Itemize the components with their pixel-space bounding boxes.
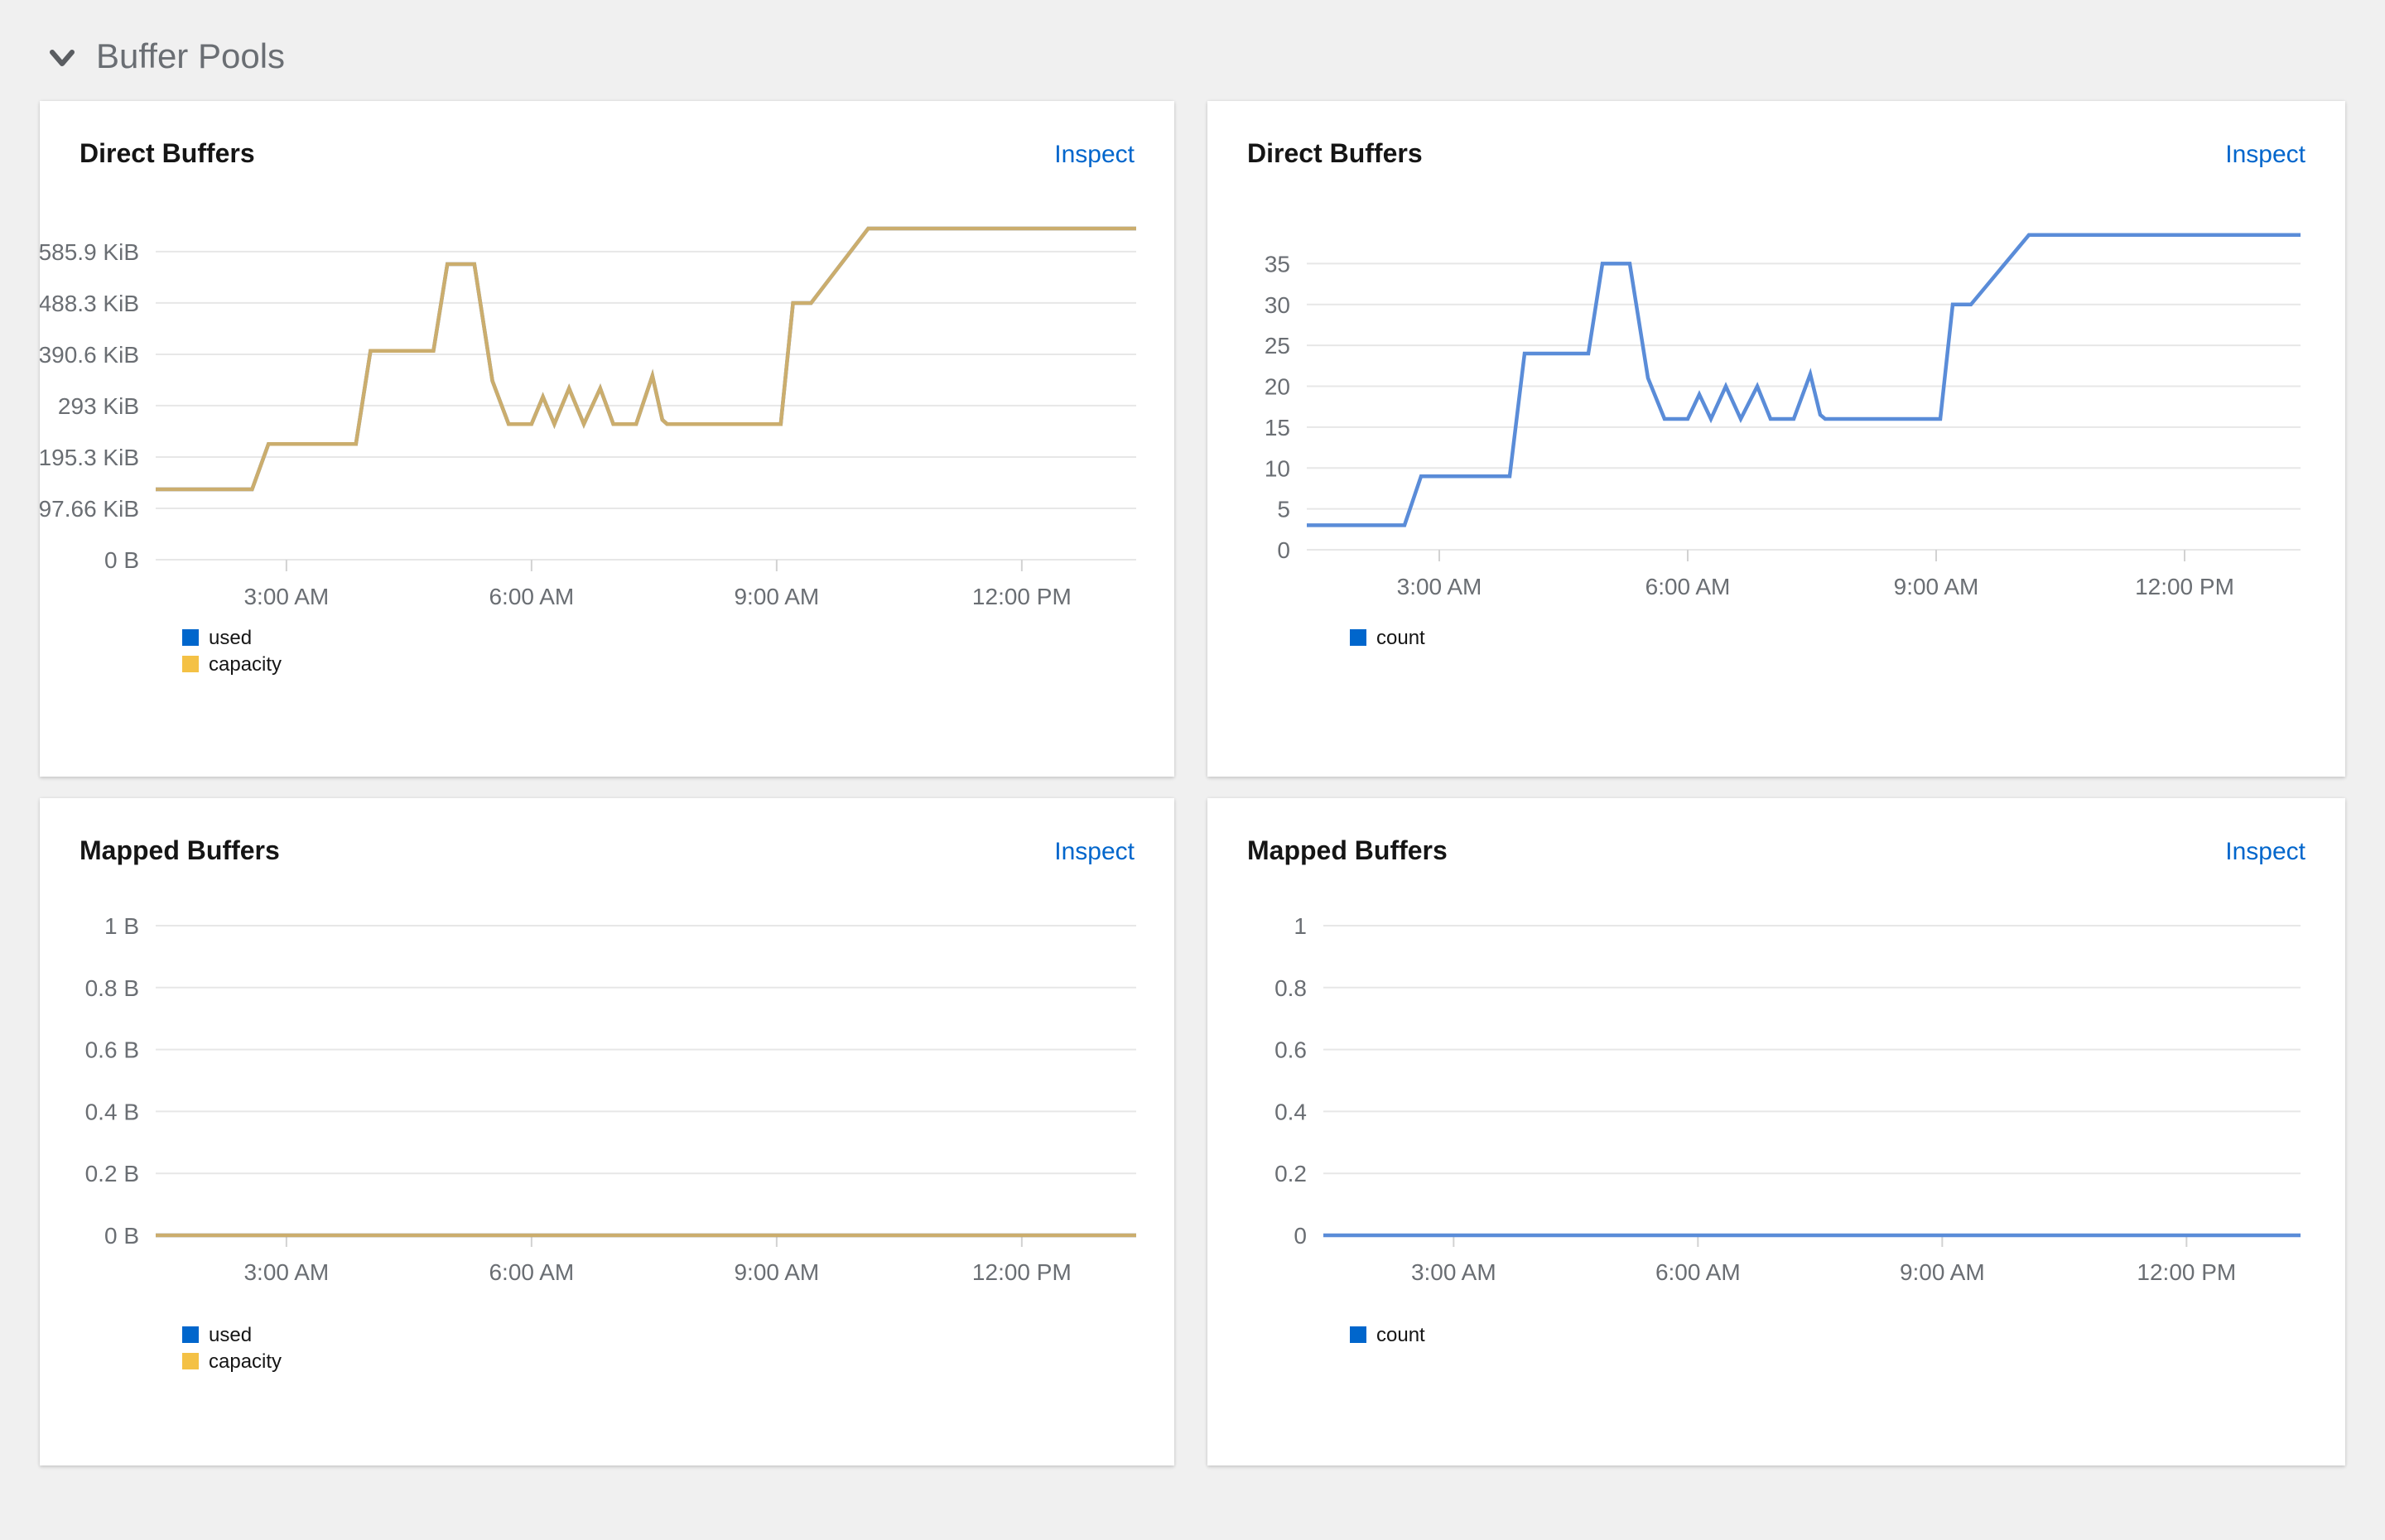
- svg-text:20: 20: [1265, 374, 1290, 400]
- svg-text:0: 0: [1277, 537, 1290, 563]
- svg-text:3:00 AM: 3:00 AM: [1411, 1259, 1496, 1285]
- svg-text:0.8: 0.8: [1274, 975, 1307, 1001]
- svg-text:9:00 AM: 9:00 AM: [734, 1259, 819, 1285]
- legend-label: used: [209, 624, 252, 651]
- svg-text:6:00 AM: 6:00 AM: [1655, 1259, 1741, 1285]
- svg-text:0 B: 0 B: [104, 547, 139, 573]
- card-mapped-buffers-bytes: Mapped Buffers Inspect 0 B0.2 B0.4 B0.6 …: [40, 798, 1174, 1465]
- card-direct-buffers-bytes: Direct Buffers Inspect 0 B97.66 KiB195.3…: [40, 101, 1174, 777]
- legend-swatch-used: [182, 1326, 199, 1343]
- svg-text:9:00 AM: 9:00 AM: [1900, 1259, 1985, 1285]
- svg-text:6:00 AM: 6:00 AM: [1645, 574, 1731, 599]
- legend-swatch-used: [182, 629, 199, 646]
- svg-text:0.8 B: 0.8 B: [85, 975, 139, 1001]
- legend-label: capacity: [209, 1348, 282, 1374]
- svg-text:3:00 AM: 3:00 AM: [243, 584, 329, 609]
- svg-text:12:00 PM: 12:00 PM: [2137, 1259, 2236, 1285]
- svg-text:585.9 KiB: 585.9 KiB: [40, 239, 139, 265]
- legend-item-capacity: capacity: [182, 1348, 282, 1374]
- svg-text:9:00 AM: 9:00 AM: [734, 584, 819, 609]
- svg-text:0.4 B: 0.4 B: [85, 1099, 139, 1124]
- svg-text:5: 5: [1277, 497, 1290, 522]
- line-chart-canvas: 0 0.2 0.4 0.6 0.8 1 3:00 AM 6:00 AM 9:00 AM 12:00…: [1207, 798, 2345, 1465]
- svg-text:488.3 KiB: 488.3 KiB: [40, 291, 139, 316]
- legend-label: count: [1376, 624, 1425, 651]
- svg-text:97.66 KiB: 97.66 KiB: [40, 496, 139, 522]
- svg-text:0.6 B: 0.6 B: [85, 1037, 139, 1063]
- section-header-buffer-pools[interactable]: Buffer Pools: [50, 36, 285, 79]
- legend-swatch-capacity: [182, 1353, 199, 1369]
- legend-label: used: [209, 1321, 252, 1348]
- svg-text:1: 1: [1294, 913, 1307, 939]
- svg-text:6:00 AM: 6:00 AM: [489, 584, 574, 609]
- line-chart-canvas: 0 5 10 15 20 25 30 35 3:00 AM 6:00 AM 9:00 AM 12:00…: [1207, 101, 2345, 777]
- svg-text:9:00 AM: 9:00 AM: [1894, 574, 1979, 599]
- legend-item-used: used: [182, 624, 282, 651]
- svg-text:0.2: 0.2: [1274, 1161, 1307, 1186]
- svg-text:12:00 PM: 12:00 PM: [972, 1259, 1072, 1285]
- svg-text:15: 15: [1265, 415, 1290, 440]
- svg-text:1 B: 1 B: [104, 913, 139, 939]
- chart-legend: usedcapacity: [182, 1321, 282, 1374]
- svg-text:0.4: 0.4: [1274, 1099, 1307, 1124]
- svg-text:3:00 AM: 3:00 AM: [1397, 574, 1482, 599]
- chevron-down-icon: [50, 49, 75, 67]
- legend-swatch-count: [1350, 629, 1366, 646]
- svg-text:0: 0: [1294, 1223, 1307, 1249]
- svg-text:0.2 B: 0.2 B: [85, 1161, 139, 1186]
- svg-text:12:00 PM: 12:00 PM: [2135, 574, 2234, 599]
- svg-text:293 KiB: 293 KiB: [58, 393, 139, 419]
- svg-text:35: 35: [1265, 251, 1290, 277]
- svg-text:25: 25: [1265, 333, 1290, 359]
- legend-item-used: used: [182, 1321, 282, 1348]
- svg-text:10: 10: [1265, 455, 1290, 481]
- legend-item-count: count: [1350, 1321, 1425, 1348]
- legend-item-count: count: [1350, 624, 1425, 651]
- svg-text:390.6 KiB: 390.6 KiB: [40, 342, 139, 368]
- svg-text:30: 30: [1265, 292, 1290, 318]
- legend-swatch-capacity: [182, 656, 199, 672]
- chart-legend: usedcapacity: [182, 624, 282, 677]
- section-title: Buffer Pools: [96, 36, 285, 79]
- legend-label: count: [1376, 1321, 1425, 1348]
- svg-text:6:00 AM: 6:00 AM: [489, 1259, 574, 1285]
- legend-swatch-count: [1350, 1326, 1366, 1343]
- svg-text:195.3 KiB: 195.3 KiB: [40, 445, 139, 470]
- buffer-pools-dashboard: Buffer Pools Direct Buffers Inspect 0 B9…: [0, 0, 2385, 1540]
- legend-label: capacity: [209, 651, 282, 677]
- svg-text:3:00 AM: 3:00 AM: [243, 1259, 329, 1285]
- svg-text:0.6: 0.6: [1274, 1037, 1307, 1063]
- svg-text:0 B: 0 B: [104, 1223, 139, 1249]
- card-direct-buffers-count: Direct Buffers Inspect 051015202530353:0…: [1207, 101, 2345, 777]
- card-mapped-buffers-count: Mapped Buffers Inspect 00.20.40.60.813:0…: [1207, 798, 2345, 1465]
- svg-text:12:00 PM: 12:00 PM: [972, 584, 1072, 609]
- chart-legend: count: [1350, 624, 1425, 651]
- chart-legend: count: [1350, 1321, 1425, 1348]
- legend-item-capacity: capacity: [182, 651, 282, 677]
